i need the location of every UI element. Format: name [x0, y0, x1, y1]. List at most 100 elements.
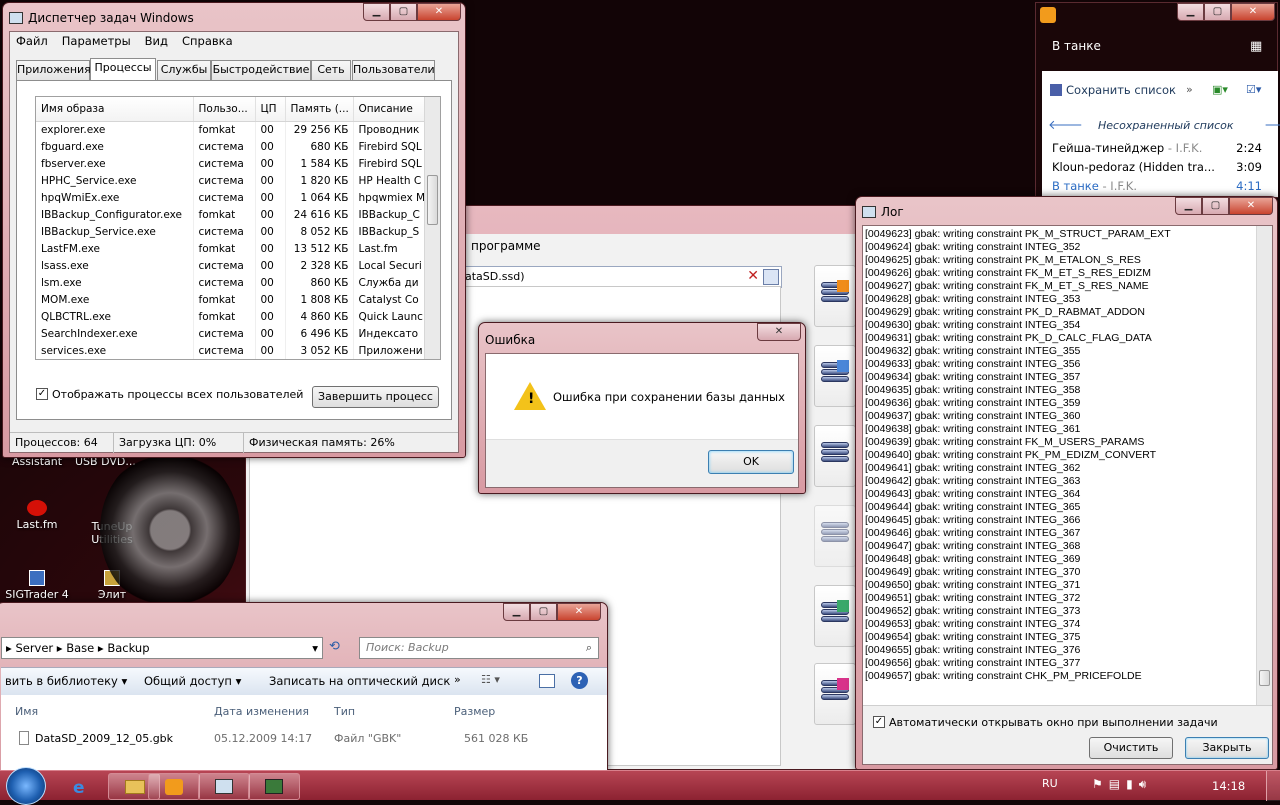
close-button[interactable]: ✕ — [1229, 197, 1273, 215]
column-user[interactable]: Пользо... — [193, 97, 256, 122]
search-db-button[interactable] — [814, 345, 856, 407]
refresh-icon[interactable]: ⟲ — [329, 639, 340, 654]
desktop-icon-sigtrader[interactable]: SIGTrader 4 — [2, 570, 72, 601]
log-text[interactable]: [0049623] gbak: writing constraint PK_M_… — [863, 226, 1272, 706]
preview-pane-icon[interactable] — [539, 674, 555, 688]
flag-icon[interactable]: ⚑ — [1092, 777, 1109, 791]
view-options-icon[interactable]: ☷ ▾ — [481, 673, 500, 686]
playlist-item[interactable]: Kloun-pedoraz (Hidden tra... 3:09 — [1042, 160, 1278, 179]
process-row[interactable]: MOM.exe fomkat 00 1 808 КБ Catalyst Co — [36, 291, 425, 308]
list-options-icon[interactable]: ☑▾ — [1246, 83, 1261, 96]
more-icon[interactable]: » — [1186, 83, 1193, 96]
disabled-db-button[interactable] — [814, 505, 856, 567]
playlist-item[interactable]: Гейша-тинейджер - I.F.K. 2:24 — [1042, 141, 1278, 160]
prev-list-icon[interactable]: 🡐 — [1048, 117, 1083, 133]
language-indicator[interactable]: RU — [1042, 777, 1058, 790]
log-scrollbar[interactable] — [1256, 226, 1272, 705]
close-button[interactable]: ✕ — [557, 603, 601, 621]
crumb-backup[interactable]: Backup — [107, 641, 149, 655]
maximize-button[interactable]: ▢ — [390, 3, 417, 21]
clock[interactable]: 14:18 — [1212, 779, 1245, 793]
next-list-icon[interactable]: 🡒 — [1264, 117, 1280, 133]
start-button[interactable] — [6, 767, 46, 805]
column-size[interactable]: Размер — [454, 705, 495, 718]
save-list-button[interactable]: Сохранить список — [1066, 83, 1176, 97]
process-row[interactable]: IBBackup_Configurator.exe fomkat 00 24 616 … — [36, 206, 425, 223]
taskbar-ibbackup[interactable] — [248, 773, 300, 800]
menu-file[interactable]: Файл — [16, 34, 48, 52]
process-row[interactable]: services.exe система 00 3 052 КБ Приложени — [36, 342, 425, 359]
menu-view[interactable]: Вид — [145, 34, 168, 52]
end-process-button[interactable]: Завершить процесс — [312, 386, 439, 408]
address-dropdown-icon[interactable]: ▾ — [312, 638, 318, 658]
close-button[interactable]: ✕ — [757, 323, 801, 341]
menu-options[interactable]: Параметры — [62, 34, 131, 52]
column-memory[interactable]: Память (... — [285, 97, 354, 122]
tab-applications[interactable]: Приложения — [16, 60, 91, 80]
scroll-thumb[interactable] — [1259, 670, 1270, 686]
restore-db-button[interactable] — [814, 663, 856, 725]
minimize-button[interactable]: ▁ — [1177, 3, 1204, 21]
close-button[interactable]: ✕ — [417, 3, 461, 21]
burn-disc-button[interactable]: Записать на оптический диск — [269, 674, 450, 688]
taskbar-player[interactable] — [148, 773, 200, 800]
crumb-server[interactable]: Server — [15, 641, 53, 655]
column-image-name[interactable]: Имя образа — [36, 97, 194, 122]
column-type[interactable]: Тип — [334, 705, 355, 718]
process-row[interactable]: lsm.exe система 00 860 КБ Служба ди — [36, 274, 425, 291]
maximize-button[interactable]: ▢ — [1202, 197, 1229, 215]
process-list-scrollbar[interactable] — [424, 97, 440, 359]
scroll-thumb[interactable] — [427, 175, 438, 225]
column-name[interactable]: Имя — [15, 705, 38, 718]
playlist-options-icon[interactable]: ▣▾ — [1212, 83, 1228, 96]
process-row[interactable]: HPHC_Service.exe система 00 1 820 КБ HP Heal… — [36, 172, 425, 189]
clear-icon[interactable]: ✕ — [747, 268, 759, 284]
tab-services[interactable]: Службы — [157, 60, 211, 80]
process-row[interactable]: lsass.exe система 00 2 328 КБ Local Securi — [36, 257, 425, 274]
edit-icon[interactable] — [763, 269, 779, 285]
share-button[interactable]: Общий доступ ▾ — [144, 674, 241, 688]
column-date[interactable]: Дата изменения — [214, 705, 309, 718]
minimize-button[interactable]: ▁ — [363, 3, 390, 21]
power-icon[interactable]: ▮ — [1126, 777, 1139, 791]
auto-open-checkbox[interactable]: ✓ — [873, 716, 885, 728]
minimize-button[interactable]: ▁ — [1175, 197, 1202, 215]
close-button[interactable]: ✕ — [1231, 3, 1275, 21]
help-icon[interactable]: ? — [571, 672, 588, 689]
taskbar-ie[interactable]: e — [56, 773, 108, 800]
add-to-library-button[interactable]: вить в библиотеку ▾ — [5, 674, 127, 688]
tab-processes[interactable]: Процессы — [90, 58, 156, 80]
volume-icon[interactable]: 🔊︎ — [1139, 777, 1153, 791]
more-icon[interactable]: » — [454, 673, 461, 686]
crumb-base[interactable]: Base — [66, 641, 94, 655]
desktop-icon-lastfm[interactable]: Last.fm — [2, 500, 72, 531]
check-db-button[interactable] — [814, 585, 856, 647]
show-all-processes-checkbox[interactable]: ✓ — [36, 388, 48, 400]
process-row[interactable]: fbguard.exe система 00 680 КБ Firebird SQL — [36, 138, 425, 155]
file-row[interactable]: DataSD_2009_12_05.gbk 05.12.2009 14:17 Ф… — [1, 731, 601, 751]
process-row[interactable]: QLBCTRL.exe fomkat 00 4 860 КБ Quick Launc — [36, 308, 425, 325]
about-menu[interactable]: программе — [471, 239, 541, 253]
column-cpu[interactable]: ЦП — [255, 97, 286, 122]
close-log-button[interactable]: Закрыть — [1185, 737, 1269, 759]
ok-button[interactable]: OK — [708, 450, 794, 474]
process-row[interactable]: SearchIndexer.exe система 00 6 496 КБ Индекс… — [36, 325, 425, 342]
search-icon[interactable]: ⌕ — [586, 638, 592, 658]
tab-users[interactable]: Пользователи — [352, 60, 435, 80]
maximize-button[interactable]: ▢ — [530, 603, 557, 621]
backup-db-button[interactable] — [814, 265, 856, 327]
address-bar[interactable]: ▸ Server ▸ Base ▸ Backup ▾ — [1, 637, 323, 659]
menu-help[interactable]: Справка — [182, 34, 233, 52]
tab-performance[interactable]: Быстродействие — [211, 60, 311, 80]
process-row[interactable]: hpqWmiEx.exe система 00 1 064 КБ hpqwmiex M — [36, 189, 425, 206]
process-row[interactable]: LastFM.exe fomkat 00 13 512 КБ Last.fm — [36, 240, 425, 257]
search-input[interactable]: Поиск: Backup ⌕ — [359, 637, 599, 659]
taskbar-taskmgr[interactable] — [198, 773, 250, 800]
minimize-button[interactable]: ▁ — [503, 603, 530, 621]
process-row[interactable]: explorer.exe fomkat 00 29 256 КБ Проводник — [36, 121, 425, 138]
db-list-button[interactable] — [814, 425, 856, 487]
network-icon[interactable]: ▤ — [1109, 777, 1126, 791]
column-description[interactable]: Описание — [353, 97, 425, 122]
process-row[interactable]: fbserver.exe система 00 1 584 КБ Firebird SQ… — [36, 155, 425, 172]
maximize-button[interactable]: ▢ — [1204, 3, 1231, 21]
